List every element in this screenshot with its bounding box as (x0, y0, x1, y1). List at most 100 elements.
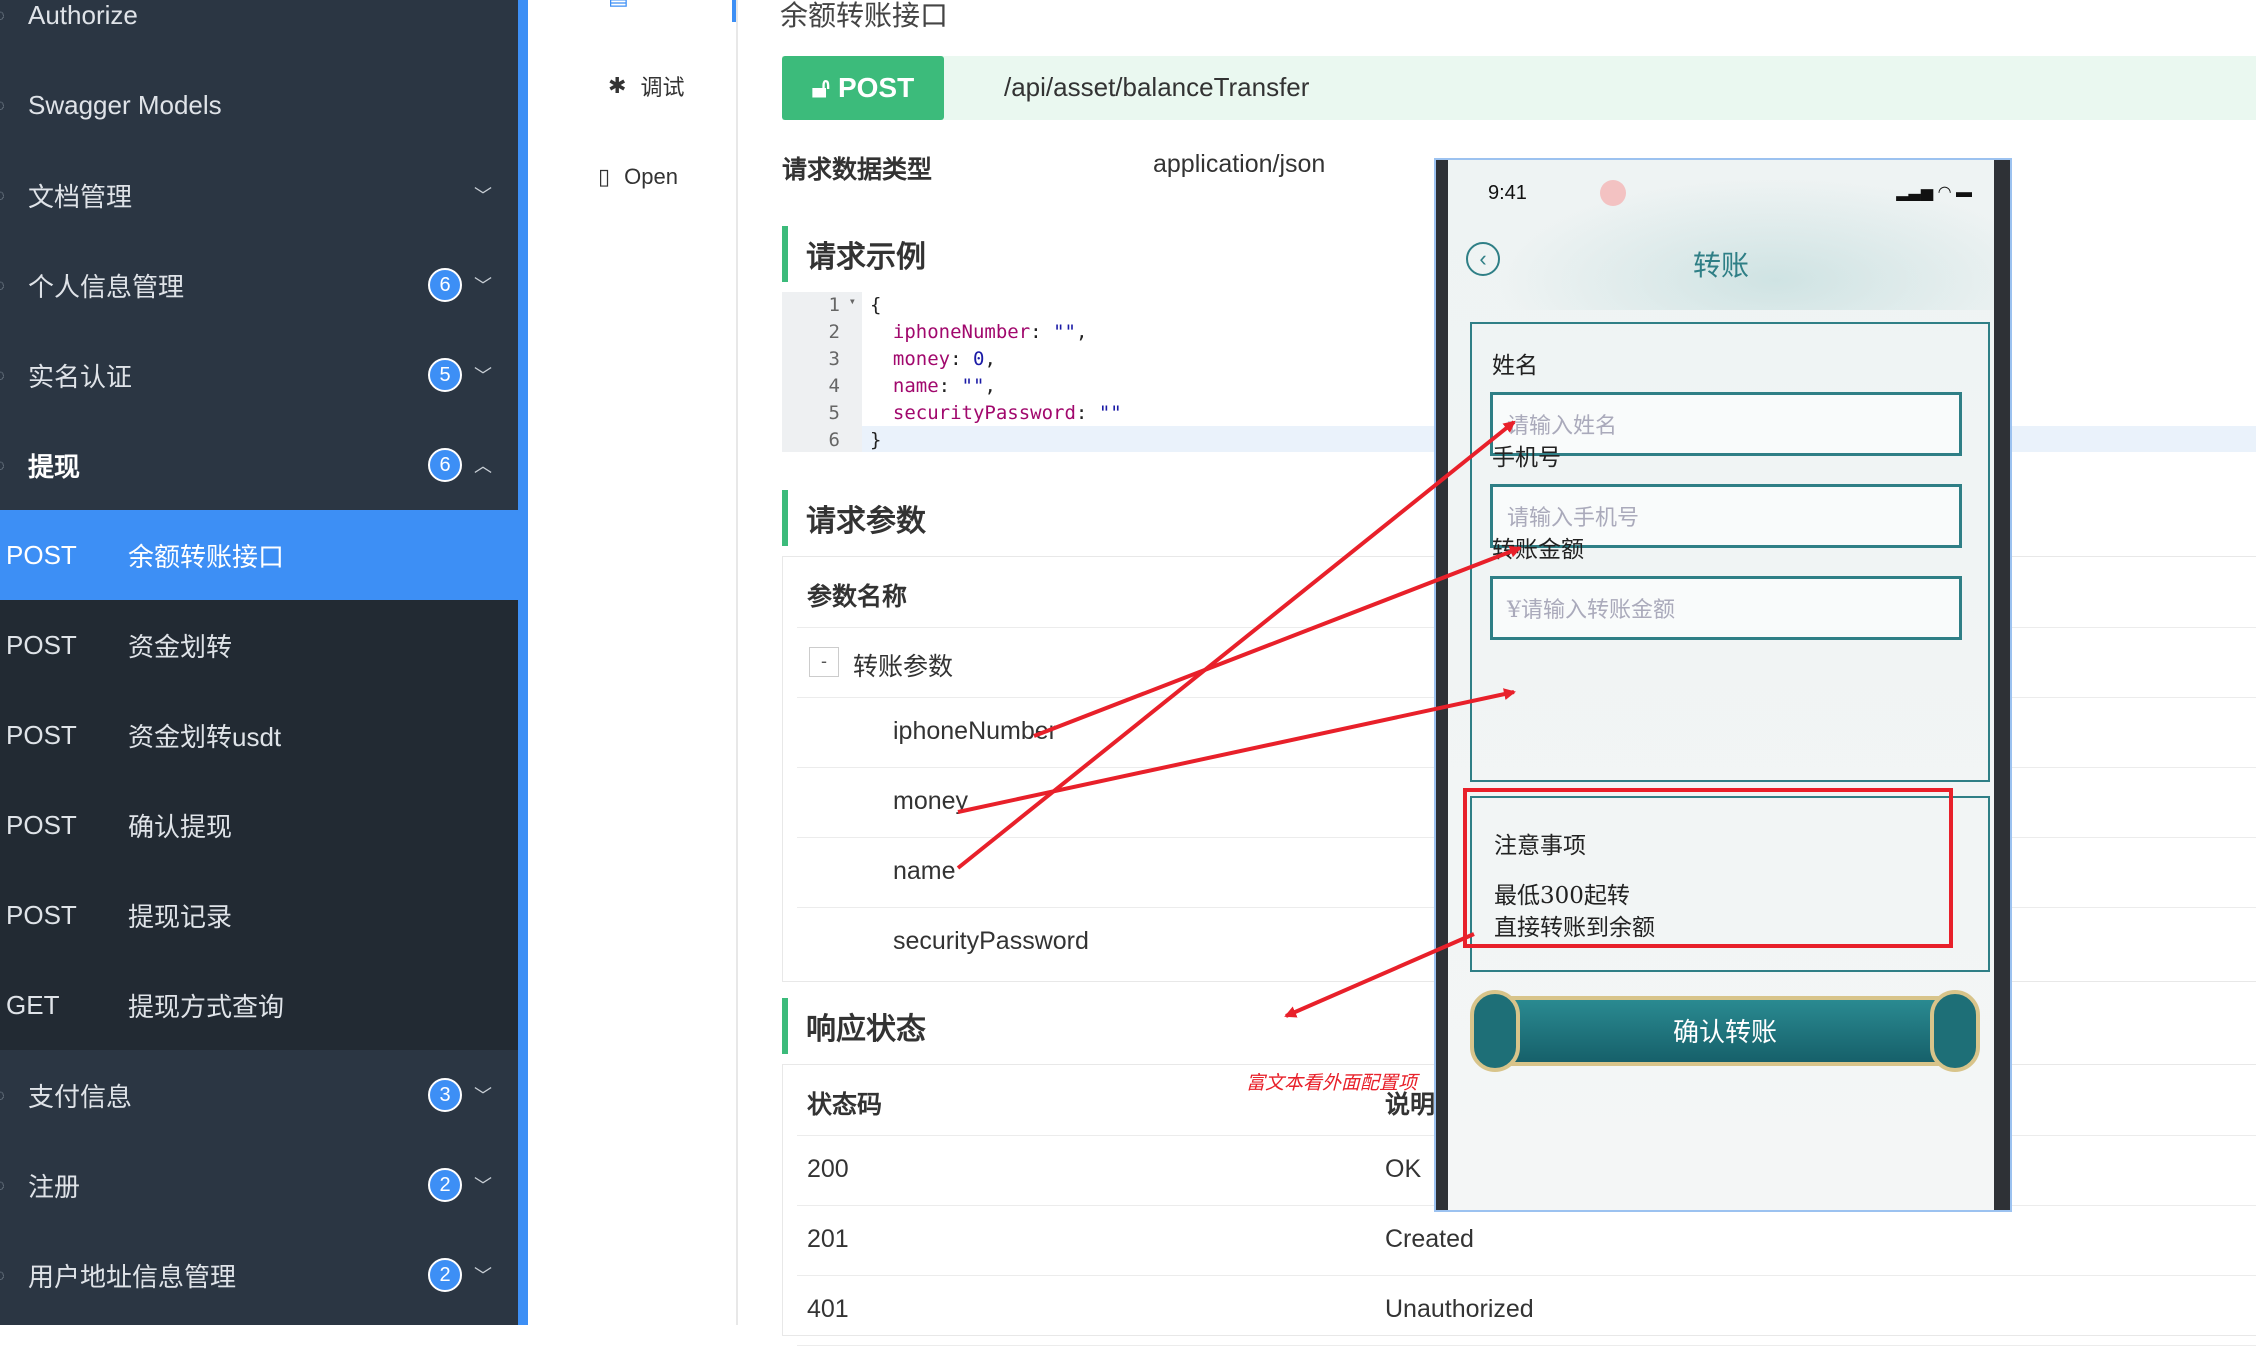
method-label: POST (6, 719, 77, 750)
section-request-params: 请求参数 (782, 490, 926, 546)
phone-page-title: 转账 (1692, 249, 1749, 282)
json-key: securityPassword (892, 402, 1076, 424)
confirm-transfer-button[interactable]: 确认转账 (1470, 990, 1980, 1072)
param-group-name: 转账参数 (853, 653, 954, 681)
notice-highlight-box (1463, 788, 1953, 948)
file-icon: ▯ (598, 164, 611, 189)
sidebar-group-label: 注册 (28, 1171, 81, 1202)
method-label: POST (6, 899, 77, 930)
sidebar-group-label: 支付信息 (28, 1081, 133, 1112)
phone-frame-right (1994, 160, 2010, 1210)
battery-icon: ▬ (1956, 184, 1972, 201)
sidebar-group-label: 文档管理 (28, 181, 133, 212)
chevron-down-icon: ﹀ (474, 366, 492, 386)
document-icon: ▤ (608, 0, 629, 10)
code-line: iphoneNumber: "", (892, 321, 1088, 343)
sidebar-item-authorize[interactable]: ◌ Authorize (0, 0, 518, 60)
sidebar-sub-balance-transfer[interactable]: POST 余额转账接口 (0, 510, 518, 600)
sidebar-group-label: 实名认证 (28, 361, 133, 392)
folder-icon: ◌ (0, 1265, 5, 1286)
name-label: 姓名 (1492, 353, 1538, 379)
method-label: POST (6, 629, 77, 660)
line-number: 1 (828, 294, 840, 316)
request-type-value: application/json (1153, 150, 1326, 178)
endpoint-label: 提现方式查询 (128, 991, 285, 1022)
amount-input[interactable]: ¥请输入转账金额 (1490, 576, 1962, 640)
sidebar-item-label: Swagger Models (28, 89, 222, 120)
sidebar-item-swagger-models[interactable]: ◌ Swagger Models (0, 60, 518, 150)
sidebar-group-real-name[interactable]: ◌ 实名认证 5 ﹀ (0, 330, 518, 420)
method-label: POST (6, 539, 77, 570)
status-code: 401 (807, 1295, 849, 1323)
folder-icon: ◌ (0, 365, 5, 386)
status-desc: Created (1385, 1225, 1474, 1253)
sidebar-group-doc-management[interactable]: ◌ 文档管理 ﹀ (0, 150, 518, 240)
code-line: } (870, 429, 882, 451)
section-response-status: 响应状态 (782, 998, 926, 1054)
status-code: 200 (807, 1155, 849, 1183)
count-badge: 6 (428, 448, 462, 482)
method-badge[interactable]: 🔓︎ POST (782, 56, 944, 120)
chevron-up-icon: ︿ (474, 456, 492, 476)
sidebar-group-label: 个人信息管理 (28, 271, 185, 302)
json-key: name (892, 375, 939, 397)
status-time: 9:41 (1488, 182, 1527, 204)
param-name: iphoneNumber (893, 717, 1057, 745)
fold-icon: ▾ (848, 294, 856, 308)
folder-icon: ◌ (0, 185, 5, 206)
sidebar-sub-confirm-withdraw[interactable]: POST 确认提现 (0, 780, 518, 870)
sidebar-sub-withdraw-methods[interactable]: GET 提现方式查询 (0, 960, 518, 1050)
json-key: iphoneNumber (892, 321, 1031, 343)
status-code: 201 (807, 1225, 849, 1253)
line-number: 2 (828, 321, 840, 343)
sidebar-sub-withdraw-records[interactable]: POST 提现记录 (0, 870, 518, 960)
method-badge-label: POST (837, 72, 915, 103)
chevron-down-icon: ﹀ (474, 186, 492, 206)
status-desc: Unauthorized (1385, 1295, 1534, 1323)
sidebar-group-withdraw[interactable]: ◌ 提现 6 ︿ (0, 420, 518, 510)
sidebar-group-personal-info[interactable]: ◌ 个人信息管理 6 ﹀ (0, 240, 518, 330)
sidebar-sub-fund-transfer-usdt[interactable]: POST 资金划转usdt (0, 690, 518, 780)
status-desc: OK (1385, 1155, 1422, 1183)
tab-debug-label: 调试 (640, 75, 685, 100)
count-badge: 2 (428, 1258, 462, 1292)
collapse-toggle[interactable]: - (809, 647, 839, 677)
sidebar-edge (518, 0, 528, 1325)
param-name-header: 参数名称 (807, 583, 908, 611)
phone-label: 手机号 (1492, 445, 1561, 471)
code-line: securityPassword: "" (892, 402, 1122, 424)
phone-frame-left (1436, 160, 1448, 1210)
phone-screen: 9:41 ▂▃▅ ◠ ▬ ‹ 转账 姓名 请输入姓名 手机号 请输入手机号 转账… (1448, 160, 1994, 1210)
signal-icon: ▂▃▅ (1896, 184, 1934, 201)
endpoint-label: 提现记录 (128, 901, 233, 932)
method-label: POST (6, 809, 77, 840)
sidebar-group-payment-info[interactable]: ◌ 支付信息 3 ﹀ (0, 1050, 518, 1140)
status-code-header: 状态码 (807, 1091, 883, 1119)
endpoint-bar: 🔓︎ POST /api/asset/balanceTransfer (782, 56, 2256, 120)
code-line: { (870, 294, 882, 316)
chevron-down-icon: ﹀ (474, 1086, 492, 1106)
param-name: name (893, 857, 956, 885)
sidebar-sub-fund-transfer[interactable]: POST 资金划转 (0, 600, 518, 690)
transfer-form: 姓名 请输入姓名 手机号 请输入手机号 转账金额 ¥请输入转账金额 (1470, 322, 1990, 782)
sidebar-group-address[interactable]: ◌ 用户地址信息管理 2 ﹀ (0, 1230, 518, 1320)
code-line: money: 0, (892, 348, 996, 370)
doc-tabs: ▤ ✱ 调试 ▯ Open (538, 0, 738, 1325)
page-title: 余额转账接口 (780, 0, 949, 31)
sidebar-group-register[interactable]: ◌ 注册 2 ﹀ (0, 1140, 518, 1230)
folder-icon: ◌ (0, 275, 5, 296)
lock-icon: ◌ (0, 5, 5, 26)
chevron-down-icon: ﹀ (474, 276, 492, 296)
count-badge: 5 (428, 358, 462, 392)
confirm-button-label: 确认转账 (1672, 1018, 1777, 1048)
folder-icon: ◌ (0, 1085, 5, 1106)
status-icons: ▂▃▅ ◠ ▬ (1896, 182, 1972, 202)
param-name: securityPassword (893, 927, 1089, 955)
code-line: name: "", (892, 375, 996, 397)
json-key: money (892, 348, 951, 370)
sidebar-group-label: 用户地址信息管理 (28, 1261, 237, 1292)
request-type-label: 请求数据类型 (782, 156, 933, 184)
wifi-icon: ◠ (1937, 184, 1952, 201)
phone-mockup: 9:41 ▂▃▅ ◠ ▬ ‹ 转账 姓名 请输入姓名 手机号 请输入手机号 转账… (1434, 158, 2012, 1212)
table-row: 201 Created (797, 1205, 2256, 1276)
